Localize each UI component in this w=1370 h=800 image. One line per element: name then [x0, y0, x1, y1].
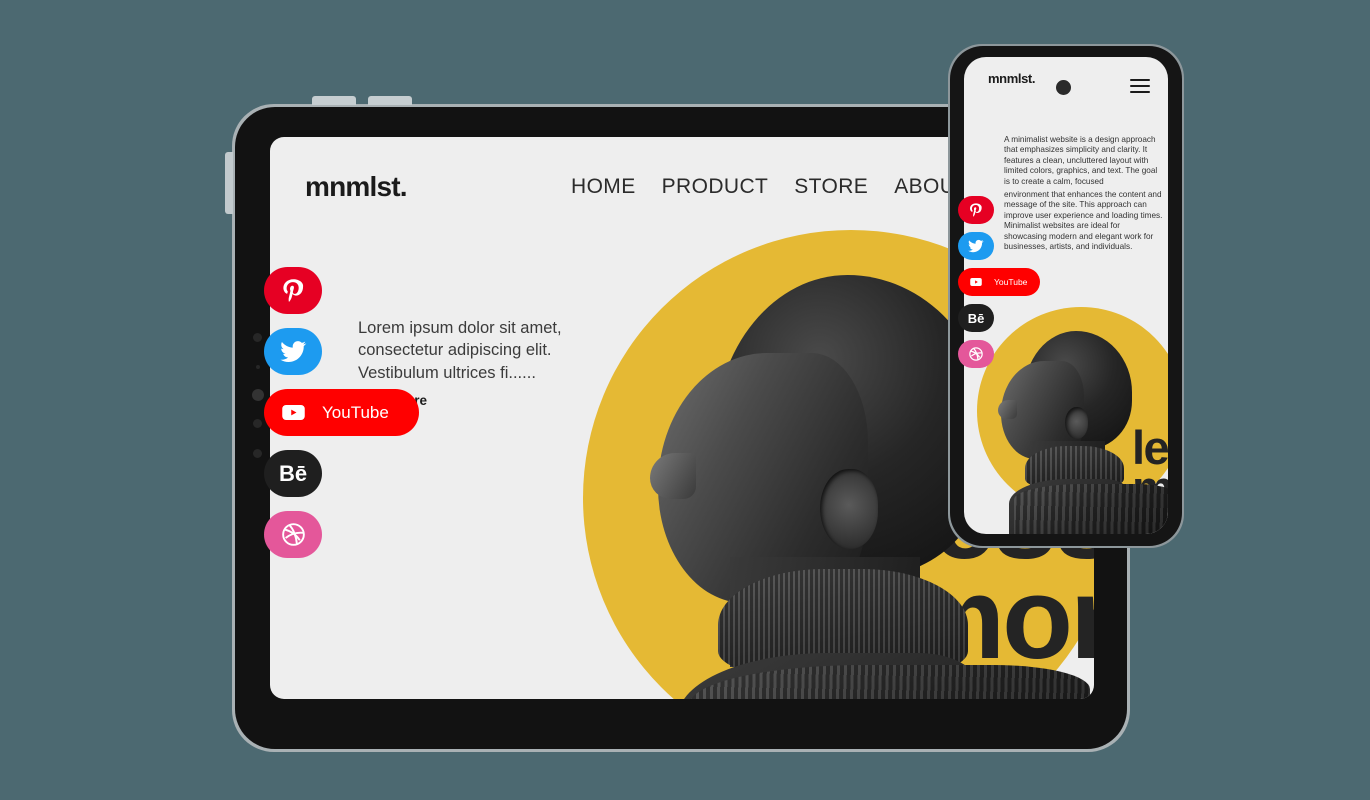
tablet-main-nav: HOME PRODUCT STORE ABOUT: [571, 175, 969, 199]
tablet-volume-up-button[interactable]: [312, 96, 356, 105]
phone-social-button-pinterest[interactable]: [958, 196, 994, 224]
tablet-sensor-dot: [253, 449, 262, 458]
tablet-camera-dot: [252, 389, 264, 401]
dribbble-icon: [264, 511, 322, 558]
nav-item-store[interactable]: STORE: [794, 175, 868, 199]
phone-front-camera: [1056, 80, 1071, 95]
youtube-icon: [958, 268, 994, 296]
twitter-icon: [264, 328, 322, 375]
hamburger-menu-icon[interactable]: [1130, 79, 1150, 93]
phone-paragraph-1: A minimalist website is a design approac…: [1004, 135, 1158, 186]
phone-social-button-dribbble[interactable]: [958, 340, 994, 368]
tablet-sensor-dot: [256, 365, 260, 369]
social-button-dribbble[interactable]: [264, 511, 322, 558]
phone-site-logo[interactable]: mnmlst.: [988, 71, 1035, 86]
tablet-social-rail: YouTube Bē: [264, 267, 419, 572]
phone-social-rail: YouTube Bē: [958, 196, 1040, 376]
tablet-volume-down-button[interactable]: [368, 96, 412, 105]
site-logo[interactable]: mnmlst.: [305, 171, 408, 203]
phone-site-header: mnmlst.: [964, 57, 1168, 103]
youtube-icon: [264, 389, 322, 436]
nav-item-home[interactable]: HOME: [571, 175, 636, 199]
phone-social-label-youtube: YouTube: [994, 277, 1028, 287]
social-button-youtube[interactable]: YouTube: [264, 389, 419, 436]
social-label-youtube: YouTube: [322, 402, 389, 422]
dribbble-icon: [958, 340, 994, 368]
social-button-pinterest[interactable]: [264, 267, 322, 314]
nav-item-product[interactable]: PRODUCT: [662, 175, 769, 199]
phone-social-button-youtube[interactable]: YouTube: [958, 268, 1040, 296]
pinterest-icon: [264, 267, 322, 314]
tablet-sensor-dot: [253, 419, 262, 428]
social-button-behance[interactable]: Bē: [264, 450, 322, 497]
phone-social-button-twitter[interactable]: [958, 232, 994, 260]
behance-icon: Bē: [967, 310, 985, 326]
tablet-power-button[interactable]: [225, 152, 233, 214]
twitter-icon: [958, 232, 994, 260]
phone-mockup: less more mnmlst.: [948, 44, 1184, 548]
tablet-sensor-dot: [253, 333, 262, 342]
behance-icon: Bē: [278, 460, 308, 486]
phone-social-button-behance[interactable]: Bē: [958, 304, 994, 332]
pinterest-icon: [958, 196, 994, 224]
social-button-twitter[interactable]: [264, 328, 322, 375]
